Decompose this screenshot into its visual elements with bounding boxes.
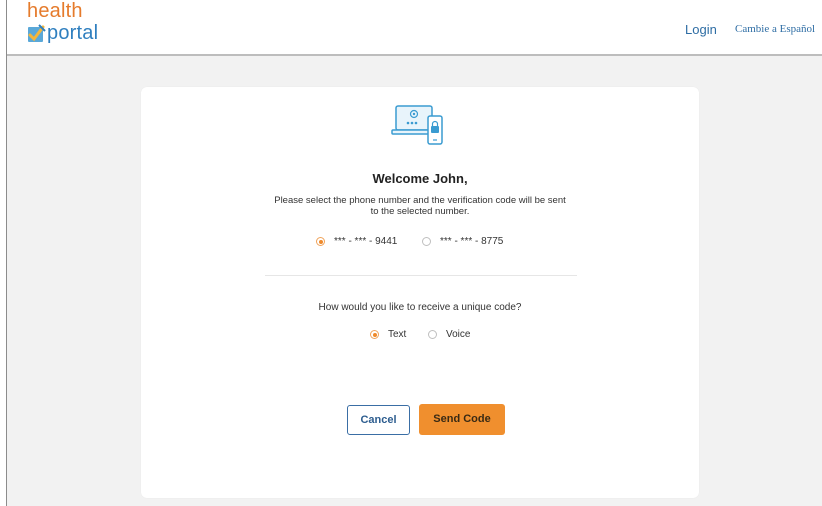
phone-label-9441: *** - *** - 9441 (334, 236, 398, 247)
phone-option-9441[interactable]: *** - *** - 9441 (316, 236, 397, 247)
phone-radio-9441[interactable] (316, 237, 325, 246)
method-radio-voice[interactable] (428, 330, 437, 339)
laptop-phone-lock-icon (391, 105, 443, 145)
instructions-text: Please select the phone number and the v… (274, 195, 566, 217)
welcome-heading: Welcome John, (372, 171, 468, 186)
login-link[interactable]: Login (685, 22, 717, 37)
method-label-voice: Voice (446, 329, 471, 340)
delivery-method-question: How would you like to receive a unique c… (318, 302, 522, 313)
method-label-text: Text (388, 329, 407, 340)
verification-card: Welcome John, Please select the phone nu… (141, 87, 699, 498)
health-portal-logo[interactable]: health portal (25, 0, 135, 50)
method-option-voice[interactable]: Voice (428, 329, 470, 340)
browser-frame: health portal Login Cambie a Español Wel… (6, 0, 822, 506)
phone-label-8775: *** - *** - 8775 (440, 236, 504, 247)
cancel-button[interactable]: Cancel (347, 405, 410, 435)
section-divider (265, 275, 577, 276)
method-option-text[interactable]: Text (370, 329, 406, 340)
send-code-button[interactable]: Send Code (419, 404, 505, 435)
language-switch-link[interactable]: Cambie a Español (735, 23, 815, 35)
phone-option-8775[interactable]: *** - *** - 8775 (422, 236, 503, 247)
top-navigation-bar: health portal Login Cambie a Español (7, 0, 822, 56)
logo-text-portal: portal (47, 22, 99, 44)
method-radio-text[interactable] (370, 330, 379, 339)
phone-radio-8775[interactable] (422, 237, 431, 246)
pencil-check-icon (28, 24, 46, 42)
logo-text-health: health (27, 0, 83, 22)
